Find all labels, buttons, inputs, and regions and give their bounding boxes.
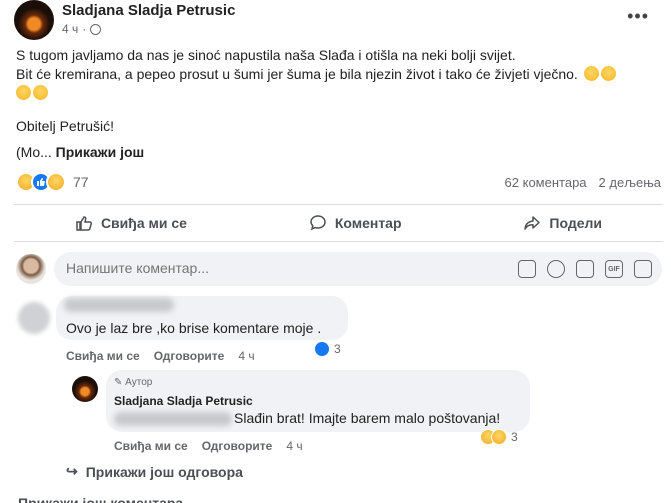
like-reaction-icon [314, 341, 330, 357]
reply-author-avatar[interactable] [72, 376, 98, 402]
blurred-commenter-name [64, 298, 174, 312]
author-avatar[interactable] [14, 0, 54, 40]
divider [14, 241, 663, 242]
divider [14, 204, 663, 205]
wow-reaction-icon [46, 172, 66, 192]
comment-text: Ovo je laz bre ,ko brise komentare moje … [66, 320, 322, 336]
reply-author-name[interactable]: Sladjana Sladja Petrusic [114, 394, 253, 408]
comment-reactions[interactable]: 3 [314, 341, 341, 357]
reactions-summary[interactable]: 77 [16, 172, 89, 192]
post-body: S tugom javljamo da nas je sinoć napusti… [16, 46, 666, 103]
sad-reaction-icon [491, 429, 507, 445]
share-button[interactable]: Подели [523, 214, 602, 232]
reply-reactions[interactable]: 3 [480, 429, 518, 445]
post-stats: 62 коментара 2 дељења [505, 175, 661, 190]
comment-composer[interactable]: GIF [54, 252, 662, 286]
comment-actions: Свиђа ми се Одговорите 4 ч [66, 349, 255, 363]
gif-icon[interactable]: GIF [605, 260, 623, 278]
comment-input[interactable] [66, 260, 486, 276]
sticker-icon[interactable] [634, 260, 652, 278]
sad-emoji-icon [583, 66, 599, 81]
post-line-1: S tugom javljamo da nas je sinoć napusti… [16, 47, 516, 63]
comment-icon [309, 214, 327, 232]
post-meta: 4 ч · [62, 22, 102, 36]
comment-reply-link[interactable]: Одговорите [154, 349, 225, 363]
emoji-icon[interactable] [547, 260, 565, 278]
reply-actions: Свиђа ми се Одговорите 4 ч [114, 439, 303, 453]
like-button[interactable]: Свиђа ми се [75, 214, 187, 232]
reply-reply-link[interactable]: Одговорите [202, 439, 273, 453]
keyboard-icon[interactable] [518, 260, 536, 278]
reply-time[interactable]: 4 ч [286, 439, 302, 453]
post-author-name[interactable]: Sladjana Sladja Petrusic [62, 2, 235, 19]
like-icon [75, 214, 93, 232]
post-action-bar: Свиђа ми се Коментар Подели [14, 207, 663, 239]
reaction-count: 77 [73, 174, 89, 190]
user-avatar[interactable] [16, 254, 46, 284]
post-time[interactable]: 4 ч [62, 22, 78, 36]
post-line-2: Bit će kremirana, a pepeo prosut u šumi … [16, 65, 666, 84]
blurred-reply-prefix [114, 412, 232, 426]
composer-tools: GIF [518, 260, 652, 278]
reply-like-link[interactable]: Свиђа ми се [114, 439, 188, 453]
comment-like-link[interactable]: Свиђа ми се [66, 349, 140, 363]
more-comments-link[interactable]: Прикажи још коментара [18, 495, 183, 503]
post-line-3 [16, 84, 666, 103]
reply-arrow-icon: ↪ [66, 463, 78, 479]
share-icon [523, 214, 541, 232]
comment-label: Коментар [334, 215, 402, 231]
comment-button[interactable]: Коментар [309, 214, 402, 232]
more-icon[interactable]: ••• [627, 6, 649, 27]
comment-time[interactable]: 4 ч [238, 349, 254, 363]
reply-text: Slađin brat! Imajte barem malo poštovanj… [234, 410, 501, 426]
like-label: Свиђа ми се [100, 215, 187, 231]
sad-emoji-icon [33, 85, 48, 100]
see-more[interactable]: (Mo... Прикажи још [16, 144, 144, 160]
commenter-avatar[interactable] [18, 302, 50, 334]
author-tag: ✎ Аутор [114, 377, 153, 388]
shares-count[interactable]: 2 дељења [599, 175, 661, 190]
share-label: Подели [549, 215, 603, 231]
globe-icon [90, 23, 102, 35]
sad-emoji-icon [600, 66, 616, 81]
camera-icon[interactable] [576, 260, 594, 278]
post-signature: Obitelj Petrušić! [16, 118, 115, 134]
sad-emoji-icon [16, 85, 31, 100]
see-more-link[interactable]: Прикажи још [56, 144, 145, 160]
more-replies-link[interactable]: ↪ Прикажи још одговора [66, 463, 243, 480]
pencil-icon: ✎ [114, 377, 123, 388]
comments-count[interactable]: 62 коментара [505, 175, 587, 190]
